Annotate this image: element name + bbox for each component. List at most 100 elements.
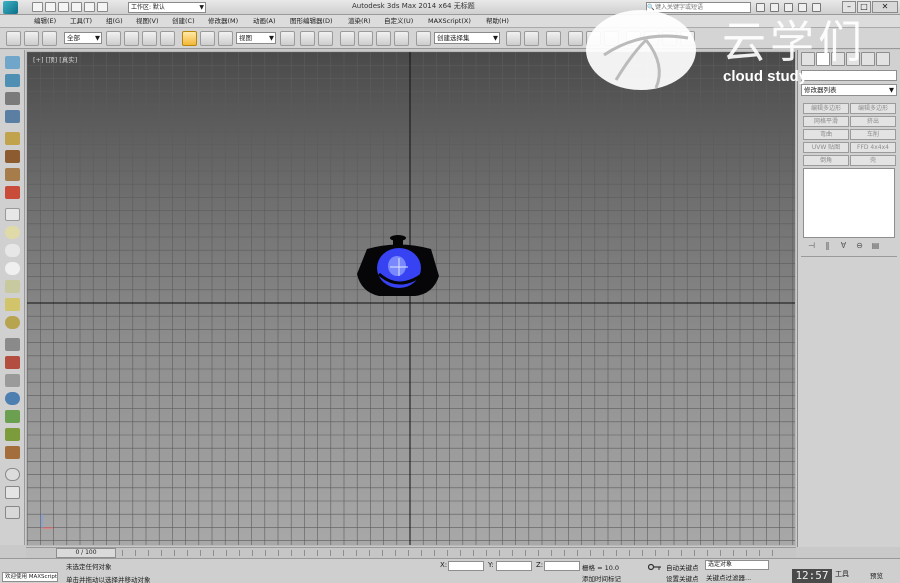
window-crossing-icon[interactable] bbox=[160, 31, 175, 46]
edit-named-selection-icon[interactable] bbox=[416, 31, 431, 46]
modifier-list-select[interactable]: 修改器列表 ▼ bbox=[801, 84, 897, 96]
keyboard-shortcut-override-icon[interactable] bbox=[318, 31, 333, 46]
curve-editor-icon[interactable] bbox=[586, 31, 601, 46]
systems-icon[interactable] bbox=[5, 374, 20, 387]
selection-filter-select[interactable]: 全部 ▼ bbox=[64, 32, 102, 44]
helper-icon[interactable] bbox=[5, 338, 20, 351]
modifier-button[interactable]: 弯曲 bbox=[803, 129, 849, 140]
object-name-field[interactable] bbox=[801, 70, 897, 81]
menu-help[interactable]: 帮助(H) bbox=[486, 16, 509, 27]
modifier-stack-list[interactable] bbox=[803, 168, 895, 238]
light-icon[interactable] bbox=[5, 298, 20, 311]
spacewarp-icon[interactable] bbox=[5, 356, 20, 369]
z-coordinate-field[interactable] bbox=[544, 561, 580, 571]
menu-group[interactable]: 组(G) bbox=[106, 16, 123, 27]
add-time-tag-button[interactable]: 添加时间标记 bbox=[582, 573, 642, 583]
render-sphere-icon[interactable] bbox=[5, 468, 20, 481]
menu-maxscript[interactable]: MAXScript(X) bbox=[428, 16, 471, 27]
set-key-button[interactable]: 设置关键点 bbox=[666, 573, 699, 583]
new-file-icon[interactable] bbox=[32, 2, 43, 12]
creature-icon[interactable] bbox=[5, 168, 20, 181]
modifier-button[interactable]: 编辑多边形 bbox=[850, 103, 896, 114]
pivot-center-icon[interactable] bbox=[280, 31, 295, 46]
close-button[interactable]: ✕ bbox=[872, 1, 898, 13]
cylinder-primitive-icon[interactable] bbox=[5, 244, 20, 257]
render-production-icon[interactable] bbox=[680, 31, 695, 46]
select-and-rotate-icon[interactable] bbox=[200, 31, 215, 46]
viewport-label[interactable]: [+] [顶] [真实] bbox=[33, 54, 77, 64]
percent-snap-icon[interactable] bbox=[376, 31, 391, 46]
box-primitive-icon[interactable] bbox=[5, 208, 20, 221]
modifier-button[interactable]: 倒角 bbox=[803, 155, 849, 166]
undo-icon[interactable] bbox=[71, 2, 82, 12]
open-file-icon[interactable] bbox=[45, 2, 56, 12]
menu-edit[interactable]: 编辑(E) bbox=[34, 16, 56, 27]
menu-graph-editors[interactable]: 图形编辑器(D) bbox=[290, 16, 333, 27]
key-icon[interactable] bbox=[648, 563, 662, 571]
sphere-primitive-icon[interactable] bbox=[5, 226, 20, 239]
paint-icon[interactable] bbox=[5, 186, 20, 199]
layer-explorer-icon[interactable] bbox=[5, 74, 20, 87]
populate-icon[interactable] bbox=[5, 132, 20, 145]
modifier-button[interactable]: 挤出 bbox=[850, 116, 896, 127]
teapot-icon[interactable] bbox=[5, 150, 20, 163]
render-frame-icon[interactable] bbox=[662, 31, 677, 46]
project-folder-icon[interactable] bbox=[97, 2, 108, 12]
modifier-button[interactable]: UVW 贴图 bbox=[803, 142, 849, 153]
reference-coordinate-select[interactable]: 视图 ▼ bbox=[236, 32, 276, 44]
redo-icon[interactable] bbox=[84, 2, 95, 12]
schematic-view-icon[interactable] bbox=[604, 31, 619, 46]
menu-customize[interactable]: 自定义(U) bbox=[384, 16, 413, 27]
save-file-icon[interactable] bbox=[58, 2, 69, 12]
key-filters-button[interactable]: 关键点过滤器... bbox=[706, 572, 751, 582]
graphite-ribbon-icon[interactable] bbox=[568, 31, 583, 46]
scene-explorer-icon[interactable] bbox=[5, 56, 20, 69]
menu-views[interactable]: 视图(V) bbox=[136, 16, 159, 27]
modifier-button[interactable]: 车削 bbox=[850, 129, 896, 140]
shell-icon[interactable] bbox=[5, 486, 20, 499]
pin-stack-icon[interactable]: ⊣ bbox=[806, 241, 817, 252]
frame-counter[interactable]: 0 / 100 bbox=[56, 548, 116, 558]
object-list-icon[interactable] bbox=[5, 92, 20, 105]
time-slider[interactable]: 0 / 100 bbox=[26, 547, 796, 558]
utilities-tab-icon[interactable] bbox=[876, 52, 890, 66]
spinner-snap-icon[interactable] bbox=[394, 31, 409, 46]
select-object-icon[interactable] bbox=[106, 31, 121, 46]
app-logo-icon[interactable] bbox=[3, 1, 18, 14]
maxscript-listener[interactable]: 欢迎使用 MAXScript bbox=[2, 572, 58, 582]
angle-snap-icon[interactable] bbox=[358, 31, 373, 46]
select-by-name-icon[interactable] bbox=[124, 31, 139, 46]
make-unique-icon[interactable]: ∀ bbox=[838, 241, 849, 252]
mirror-icon[interactable] bbox=[506, 31, 521, 46]
display-list-icon[interactable] bbox=[5, 110, 20, 123]
select-manipulate-icon[interactable] bbox=[300, 31, 315, 46]
camera-icon[interactable] bbox=[5, 316, 20, 329]
modifier-button[interactable]: FFD 4x4x4 bbox=[850, 142, 896, 153]
redo-icon[interactable] bbox=[24, 31, 39, 46]
menu-rendering[interactable]: 渲染(R) bbox=[348, 16, 371, 27]
y-coordinate-field[interactable] bbox=[496, 561, 532, 571]
workspace-select[interactable]: 工作区: 默认 ▼ bbox=[128, 2, 206, 13]
key-mode-select[interactable]: 选定对象 bbox=[705, 560, 769, 570]
select-and-scale-icon[interactable] bbox=[218, 31, 233, 46]
foliage-icon[interactable] bbox=[5, 410, 20, 423]
menu-animation[interactable]: 动画(A) bbox=[253, 16, 276, 27]
cone-primitive-icon[interactable] bbox=[5, 280, 20, 293]
hair-icon[interactable] bbox=[5, 446, 20, 459]
auto-key-button[interactable]: 自动关键点 bbox=[666, 562, 699, 572]
named-selection-set-select[interactable]: 创建选择集 ▼ bbox=[434, 32, 500, 44]
menu-tools[interactable]: 工具(T) bbox=[70, 16, 92, 27]
undo-icon[interactable] bbox=[6, 31, 21, 46]
select-and-move-icon[interactable] bbox=[182, 31, 197, 46]
layer-manager-icon[interactable] bbox=[546, 31, 561, 46]
menu-modifiers[interactable]: 修改器(M) bbox=[208, 16, 238, 27]
plant-icon[interactable] bbox=[5, 428, 20, 441]
rect-selection-icon[interactable] bbox=[142, 31, 157, 46]
modifier-button[interactable]: 壳 bbox=[850, 155, 896, 166]
torus-primitive-icon[interactable] bbox=[5, 262, 20, 275]
track-bar[interactable] bbox=[122, 550, 782, 556]
render-setup-icon[interactable] bbox=[644, 31, 659, 46]
material-editor-icon[interactable] bbox=[626, 31, 641, 46]
unlink-icon[interactable] bbox=[42, 31, 57, 46]
remove-modifier-icon[interactable]: ⊖ bbox=[854, 241, 865, 252]
